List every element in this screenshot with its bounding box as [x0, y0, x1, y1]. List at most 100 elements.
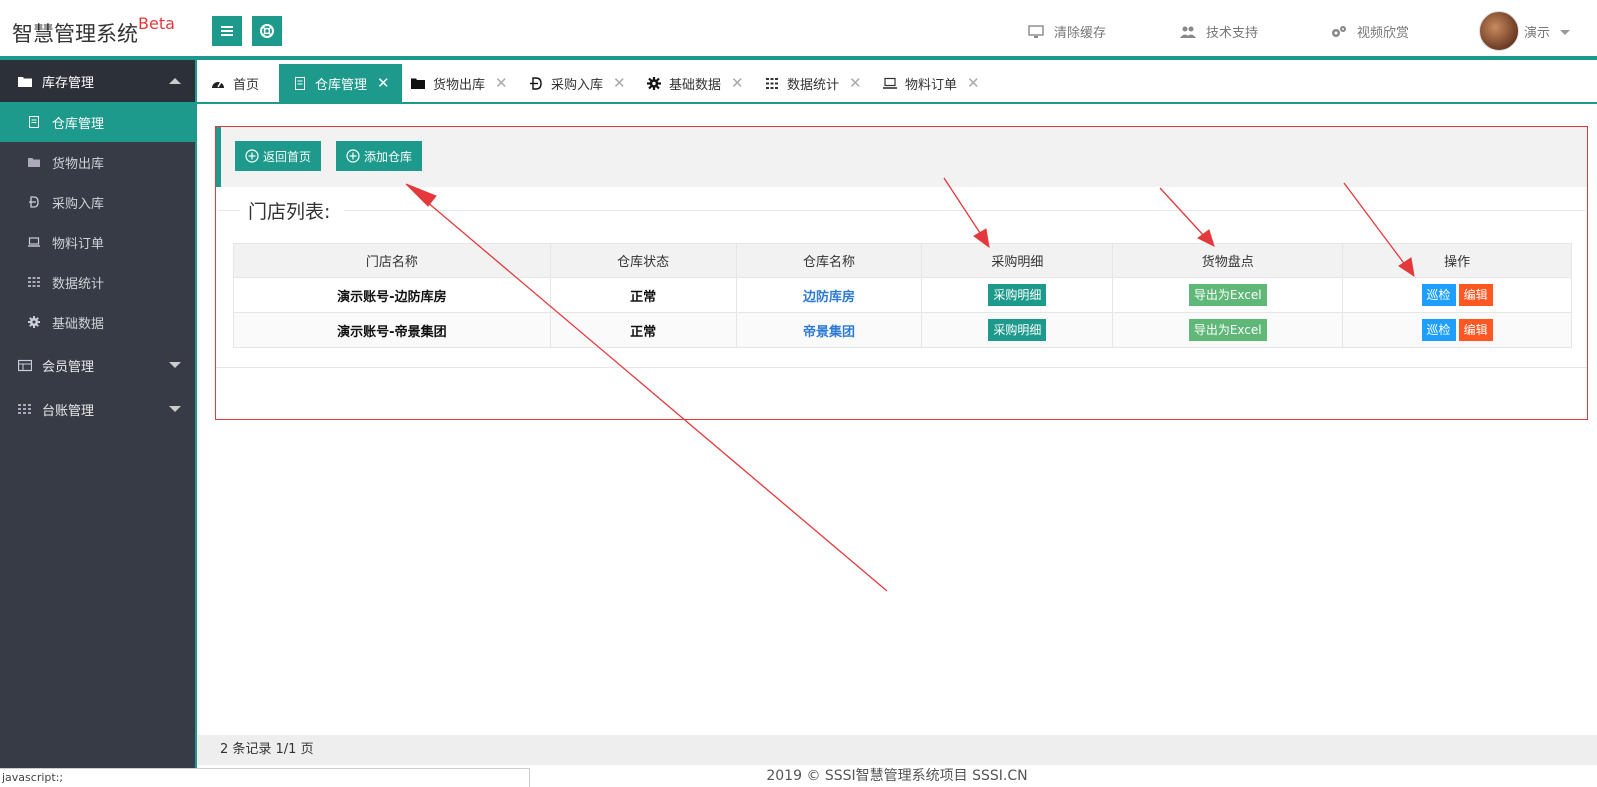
purchase-cell: 采购明细 — [921, 277, 1114, 313]
sidebar-item-label: 货物出库 — [52, 156, 105, 172]
laptop-icon — [28, 237, 40, 247]
close-icon[interactable]: ✕ — [731, 74, 744, 92]
currency-icon — [530, 76, 542, 90]
back-home-label: 返回首页 — [263, 149, 312, 164]
clear-cache-link[interactable]: 清除缓存 — [1028, 22, 1106, 41]
folder-icon — [28, 158, 40, 167]
menu-toggle-button[interactable] — [212, 16, 242, 46]
app-logo: 智慧管理系统Beta — [12, 14, 175, 46]
add-warehouse-label: 添加仓库 — [364, 149, 413, 164]
sidebar-group-ledger[interactable]: 台账管理 — [0, 388, 195, 430]
add-warehouse-button[interactable]: 添加仓库 — [336, 141, 423, 171]
purchase-detail-button[interactable]: 采购明细 — [988, 284, 1047, 306]
status-cell: 正常 — [549, 277, 737, 313]
tab-label: 物料订单 — [905, 77, 958, 93]
actions-cell: 巡检 编辑 — [1342, 277, 1572, 313]
chevron-down-icon[interactable] — [1560, 30, 1570, 35]
sidebar-item-label: 采购入库 — [52, 196, 105, 212]
tab-basedata[interactable]: 基础数据 ✕ — [633, 64, 756, 102]
store-name-cell: 演示账号-边防库房 — [233, 277, 551, 313]
chevron-down-icon — [169, 406, 181, 412]
inspect-button[interactable]: 巡检 — [1421, 284, 1456, 306]
tab-outbound[interactable]: 货物出库 ✕ — [397, 64, 520, 102]
hamburger-icon — [221, 26, 233, 36]
tech-support-link[interactable]: 技术支持 — [1180, 22, 1258, 41]
tab-label: 基础数据 — [669, 77, 722, 93]
close-icon[interactable]: ✕ — [849, 74, 862, 92]
export-cell: 导出为Excel — [1112, 277, 1344, 313]
video-link[interactable]: 视频欣赏 — [1331, 22, 1409, 41]
tab-purchase[interactable]: 采购入库 ✕ — [515, 64, 638, 102]
sidebar-item-warehouse[interactable]: 仓库管理 — [0, 102, 195, 142]
top-header: 智慧管理系统Beta 清除缓存 技术支持 视频欣赏 演示 — [0, 0, 1597, 60]
col-header: 门店名称 — [233, 243, 551, 278]
currency-icon — [29, 196, 39, 208]
sidebar-item-label: 基础数据 — [52, 316, 105, 332]
sidebar-item-statistics[interactable]: 数据统计 — [0, 262, 195, 302]
user-name[interactable]: 演示 — [1524, 22, 1550, 41]
sidebar-group-member[interactable]: 会员管理 — [0, 344, 195, 386]
export-cell: 导出为Excel — [1112, 312, 1344, 348]
gears-icon — [1332, 25, 1346, 37]
monitor-icon — [1028, 24, 1044, 38]
close-icon[interactable]: ✕ — [377, 74, 390, 92]
warehouse-name-cell: 边防库房 — [735, 277, 923, 313]
tab-warehouse[interactable]: 仓库管理 ✕ — [279, 64, 402, 102]
laptop-icon — [883, 77, 897, 89]
gear-icon — [28, 316, 40, 328]
col-header: 仓库状态 — [549, 243, 737, 278]
edit-button[interactable]: 编辑 — [1458, 319, 1493, 341]
store-table: 门店名称 仓库状态 仓库名称 采购明细 货物盘点 操作 演示账号-边防库房 正常… — [233, 243, 1572, 348]
store-name-cell: 演示账号-帝景集团 — [233, 312, 551, 348]
export-excel-button[interactable]: 导出为Excel — [1188, 319, 1267, 341]
plus-circle-icon — [346, 149, 360, 163]
pagination-info: 2 条记录 1/1 页 — [197, 735, 1597, 765]
edit-button[interactable]: 编辑 — [1458, 284, 1493, 306]
sidebar-item-label: 数据统计 — [52, 276, 105, 292]
dashboard-icon — [212, 81, 224, 88]
sidebar-group-label: 会员管理 — [42, 359, 95, 375]
purchase-detail-button[interactable]: 采购明细 — [988, 319, 1047, 341]
sidebar-item-outbound[interactable]: 货物出库 — [0, 142, 195, 182]
export-excel-button[interactable]: 导出为Excel — [1188, 284, 1267, 306]
document-icon — [295, 76, 305, 90]
clear-cache-label: 清除缓存 — [1054, 26, 1107, 41]
toolbar: 返回首页 添加仓库 — [216, 127, 1587, 187]
tab-label: 首页 — [233, 77, 260, 93]
sidebar-item-basedata[interactable]: 基础数据 — [0, 302, 195, 342]
tab-label: 数据统计 — [787, 77, 840, 93]
avatar[interactable] — [1479, 11, 1519, 51]
sidebar-item-orders[interactable]: 物料订单 — [0, 222, 195, 262]
close-icon[interactable]: ✕ — [613, 74, 626, 92]
sidebar-group-inventory[interactable]: 库存管理 — [0, 60, 195, 102]
plus-circle-icon — [245, 149, 259, 163]
gear-icon — [647, 76, 661, 90]
tab-label: 仓库管理 — [315, 77, 368, 93]
sidebar-item-label: 物料订单 — [52, 236, 105, 252]
warehouse-name-cell: 帝景集团 — [735, 312, 923, 348]
table-row: 演示账号-边防库房 正常 边防库房 采购明细 导出为Excel 巡检 编辑 — [233, 277, 1572, 313]
tab-bar: 首页 仓库管理 ✕ 货物出库 ✕ 采购入库 ✕ 基础数据 ✕ 数据统计 ✕ 物料… — [197, 64, 1597, 104]
document-icon — [29, 116, 39, 128]
close-icon[interactable]: ✕ — [495, 74, 508, 92]
warehouse-link[interactable]: 边防库房 — [803, 290, 855, 305]
folder-icon — [18, 76, 32, 87]
browser-status-bar: javascript:; — [0, 768, 530, 787]
tab-statistics[interactable]: 数据统计 ✕ — [751, 64, 874, 102]
grid-icon — [18, 403, 31, 414]
tab-home[interactable]: 首页 — [197, 64, 271, 102]
lifebuoy-icon — [260, 24, 274, 38]
help-button[interactable] — [252, 16, 282, 46]
inspect-button[interactable]: 巡检 — [1421, 319, 1456, 341]
legend-divider — [219, 210, 1585, 211]
video-label: 视频欣赏 — [1357, 26, 1410, 41]
warehouse-link[interactable]: 帝景集团 — [803, 325, 855, 340]
tab-orders[interactable]: 物料订单 ✕ — [869, 64, 992, 102]
status-cell: 正常 — [549, 312, 737, 348]
back-home-button[interactable]: 返回首页 — [235, 141, 322, 171]
actions-cell: 巡检 编辑 — [1342, 312, 1572, 348]
close-icon[interactable]: ✕ — [967, 74, 980, 92]
sidebar-group-label: 台账管理 — [42, 403, 95, 419]
sidebar-item-purchase[interactable]: 采购入库 — [0, 182, 195, 222]
chevron-down-icon — [169, 362, 181, 368]
